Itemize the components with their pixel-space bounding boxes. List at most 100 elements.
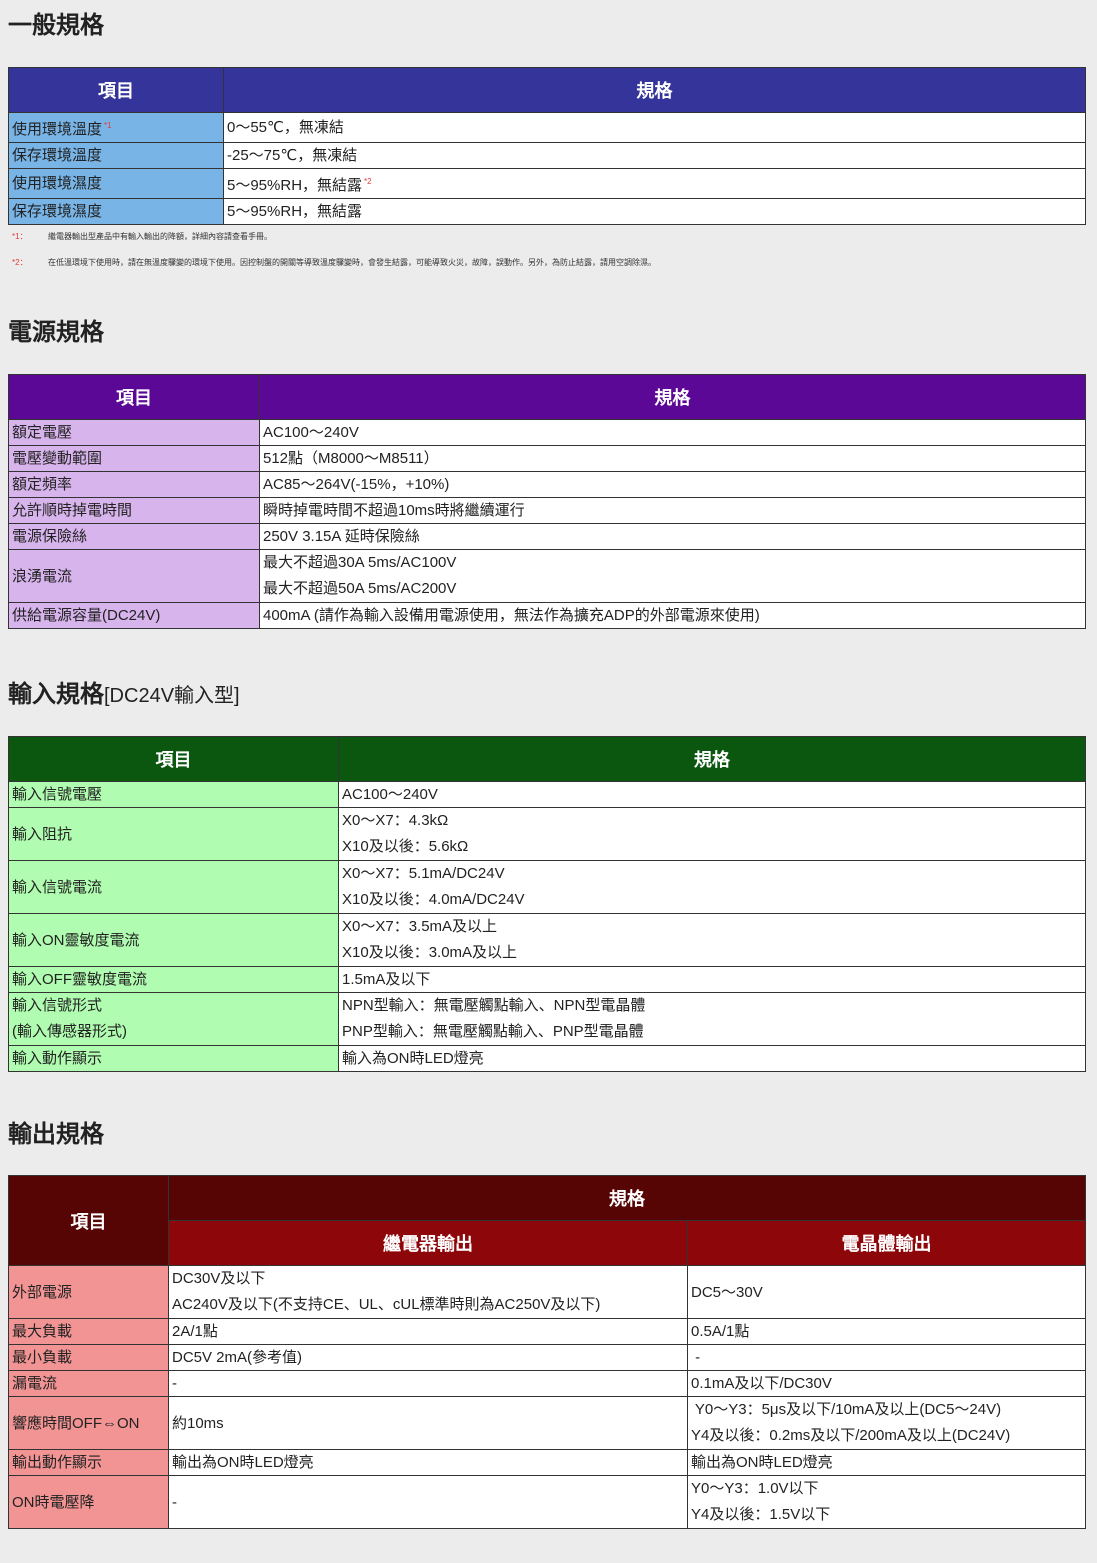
table-header-row: 項目 規格 xyxy=(8,1175,1086,1266)
header-item: 項目 xyxy=(8,374,260,420)
row-transistor: Y0～Y3：5μs及以下/10mA及以上(DC5～24V) Y4及以後：0.2ms… xyxy=(687,1396,1086,1450)
footnote: *1： 繼電器輸出型產品中有輸入輸出的降額，詳細內容請查看手冊。 xyxy=(12,231,272,242)
row-transistor: - xyxy=(687,1344,1086,1371)
row-item: 電源保險絲 xyxy=(8,523,260,550)
output-spec-title: 輸出規格 xyxy=(8,1121,104,1148)
row-spec: X0～X7：5.1mA/DC24V X10及以後：4.0mA/DC24V xyxy=(338,860,1086,914)
row-item: 輸入ON靈敏度電流 xyxy=(8,913,339,967)
footnote-text: 繼電器輸出型產品中有輸入輸出的降額，詳細內容請查看手冊。 xyxy=(48,232,272,241)
row-item: 電壓變動範圍 xyxy=(8,445,260,472)
row-item-line: 輸入信號形式 xyxy=(12,997,103,1014)
row-spec: -25～75℃，無凍結 xyxy=(223,142,1086,169)
row-item: 輸入阻抗 xyxy=(8,807,339,861)
footnote-mark: *1 xyxy=(104,121,112,130)
row-spec: 512點（M8000～M8511） xyxy=(259,445,1086,472)
row-item: 額定電壓 xyxy=(8,419,260,446)
row-item: 浪湧電流 xyxy=(8,549,260,603)
footnote-mark: *2 xyxy=(364,177,372,186)
header-transistor-output: 電晶體輸出 xyxy=(687,1220,1086,1266)
row-transistor-line: Y4及以後：1.5V以下 xyxy=(691,1506,831,1523)
row-item: ON時電壓降 xyxy=(8,1475,169,1529)
footnote-number: *2： xyxy=(12,258,28,267)
row-relay-line: AC240V及以下(不支持CE、UL、cUL標準時則為AC250V及以下) xyxy=(172,1296,601,1313)
row-relay: DC5V 2mA(參考值) xyxy=(168,1344,688,1371)
general-spec-table: 項目 規格 使用環境溫度 *1 0～55℃，無凍結 保存環境溫度 -25～75℃，… xyxy=(8,67,1086,225)
row-transistor: DC5～30V xyxy=(687,1265,1086,1319)
row-item: 使用環境溫度 *1 xyxy=(8,112,224,143)
header-spec: 規格 xyxy=(168,1175,1086,1221)
row-item: 最大負載 xyxy=(8,1318,169,1345)
row-spec-line: X0～X7：3.5mA及以上 xyxy=(342,918,498,935)
row-spec-line: X0～X7：5.1mA/DC24V xyxy=(342,865,505,882)
table-row: 輸入信號形式 (輸入傳感器形式) NPN型輸入：無電壓觸點輸入、NPN型電晶體 PNP… xyxy=(8,992,1086,1046)
row-item: 額定頻率 xyxy=(8,471,260,498)
row-spec: 輸入為ON時LED燈亮 xyxy=(338,1045,1086,1072)
row-relay: 2A/1點 xyxy=(168,1318,688,1345)
table-row: 額定頻率 AC85～264V(-15%，+10%) xyxy=(8,471,1086,498)
row-spec: NPN型輸入：無電壓觸點輸入、NPN型電晶體 PNP型輸入：無電壓觸點輸入、PNP… xyxy=(338,992,1086,1046)
table-row: ON時電壓降 - Y0～Y3：1.0V以下 Y4及以後：1.5V以下 xyxy=(8,1475,1086,1529)
row-spec-line: PNP型輸入：無電壓觸點輸入、PNP型電晶體 xyxy=(342,1023,644,1040)
table-row: 輸入信號電流 X0～X7：5.1mA/DC24V X10及以後：4.0mA/DC24… xyxy=(8,860,1086,914)
row-item: 供給電源容量(DC24V) xyxy=(8,602,260,629)
header-relay-output: 繼電器輸出 xyxy=(168,1220,688,1266)
row-spec-line: 最大不超過30A 5ms/AC100V xyxy=(263,554,457,571)
input-spec-title: 輸入規格[DC24V輸入型] xyxy=(8,681,240,710)
row-item: 使用環境濕度 xyxy=(8,168,224,199)
row-transistor: 0.5A/1點 xyxy=(687,1318,1086,1345)
row-relay-line: DC30V及以下 xyxy=(172,1270,266,1287)
row-spec: 250V 3.15A 延時保險絲 xyxy=(259,523,1086,550)
table-row: 供給電源容量(DC24V) 400mA (請作為輸入設備用電源使用，無法作為擴充A… xyxy=(8,602,1086,629)
row-spec-label: 5～95%RH，無結露 xyxy=(227,177,363,194)
row-item: 保存環境溫度 xyxy=(8,142,224,169)
row-item: 允許順時掉電時間 xyxy=(8,497,260,524)
row-item: 輸入OFF靈敏度電流 xyxy=(8,966,339,993)
table-header-row: 繼電器輸出 電晶體輸出 xyxy=(9,1220,1086,1266)
header-item: 項目 xyxy=(8,1175,169,1266)
row-item: 輸入動作顯示 xyxy=(8,1045,339,1072)
row-item: 輸入信號形式 (輸入傳感器形式) xyxy=(8,992,339,1046)
header-spec: 規格 xyxy=(338,736,1086,782)
table-row: 輸入ON靈敏度電流 X0～X7：3.5mA及以上 X10及以後：3.0mA及以上 xyxy=(8,913,1086,967)
table-header-row: 項目 規格 xyxy=(8,374,1086,420)
table-row: 保存環境溫度 -25～75℃，無凍結 xyxy=(8,142,1086,169)
row-spec: AC85～264V(-15%，+10%) xyxy=(259,471,1086,498)
table-row: 輸入動作顯示 輸入為ON時LED燈亮 xyxy=(8,1045,1086,1072)
row-spec-line: X0～X7：4.3kΩ xyxy=(342,812,449,829)
table-header-row: 項目 規格 xyxy=(8,736,1086,782)
input-spec-subtitle: [DC24V輸入型] xyxy=(104,685,240,707)
row-relay: DC30V及以下 AC240V及以下(不支持CE、UL、cUL標準時則為AC250… xyxy=(168,1265,688,1319)
row-spec: 400mA (請作為輸入設備用電源使用，無法作為擴充ADP的外部電源來使用) xyxy=(259,602,1086,629)
row-relay: - xyxy=(168,1475,688,1529)
row-transistor-line: Y4及以後：0.2ms及以下/200mA及以上(DC24V) xyxy=(691,1427,1011,1444)
row-transistor: 0.1mA及以下/DC30V xyxy=(687,1370,1086,1397)
power-spec-table: 項目 規格 額定電壓 AC100～240V 電壓變動範圍 512點（M8000～M8… xyxy=(8,374,1086,629)
row-item: 輸入信號電壓 xyxy=(8,781,339,808)
table-row: 電壓變動範圍 512點（M8000～M8511） xyxy=(8,445,1086,472)
row-item: 響應時間OFF⇔ON xyxy=(8,1396,169,1450)
footnote: *2： 在低溫環境下使用時，請在無溫度驟變的環境下使用。因控制盤的開關等導致溫度驟… xyxy=(12,257,656,268)
row-transistor-line: Y0～Y3：5μs及以下/10mA及以上(DC5～24V) xyxy=(691,1401,1002,1418)
footnote-text: 在低溫環境下使用時，請在無溫度驟變的環境下使用。因控制盤的開關等導致溫度驟變時，… xyxy=(48,258,656,267)
row-item: 外部電源 xyxy=(8,1265,169,1319)
row-item: 輸入信號電流 xyxy=(8,860,339,914)
row-relay: 輸出為ON時LED燈亮 xyxy=(168,1449,688,1476)
table-row: 最大負載 2A/1點 0.5A/1點 xyxy=(8,1318,1086,1345)
row-spec-line: X10及以後：4.0mA/DC24V xyxy=(342,891,525,908)
row-item: 漏電流 xyxy=(8,1370,169,1397)
table-row: 外部電源 DC30V及以下 AC240V及以下(不支持CE、UL、cUL標準時則為… xyxy=(8,1265,1086,1319)
header-item: 項目 xyxy=(8,736,339,782)
row-spec-line: X10及以後：3.0mA及以上 xyxy=(342,944,518,961)
row-spec: 5～95%RH，無結露 xyxy=(223,198,1086,225)
row-spec: X0～X7：3.5mA及以上 X10及以後：3.0mA及以上 xyxy=(338,913,1086,967)
row-item-line: (輸入傳感器形式) xyxy=(12,1023,127,1040)
row-relay: - xyxy=(168,1370,688,1397)
table-row: 輸出動作顯示 輸出為ON時LED燈亮 輸出為ON時LED燈亮 xyxy=(8,1449,1086,1476)
row-spec-line: X10及以後：5.6kΩ xyxy=(342,838,469,855)
row-transistor: Y0～Y3：1.0V以下 Y4及以後：1.5V以下 xyxy=(687,1475,1086,1529)
row-spec: 1.5mA及以下 xyxy=(338,966,1086,993)
header-spec: 規格 xyxy=(259,374,1086,420)
table-row: 漏電流 - 0.1mA及以下/DC30V xyxy=(8,1370,1086,1397)
header-spec: 規格 xyxy=(223,67,1086,113)
row-spec: 5～95%RH，無結露 *2 xyxy=(223,168,1086,199)
